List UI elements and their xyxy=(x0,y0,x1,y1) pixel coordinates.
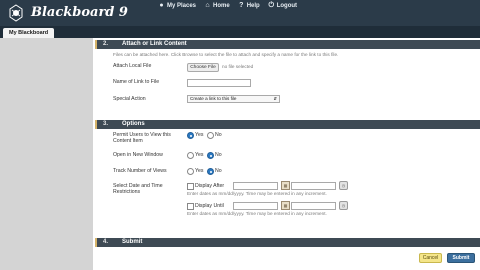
display-after-label: Display After xyxy=(195,183,225,189)
top-header: Blackboard 9 ● My Places ⌂ Home ? Help ⏻… xyxy=(0,0,480,26)
track-views-label: Track Number of Views xyxy=(113,168,167,174)
track-no-radio[interactable] xyxy=(207,168,214,175)
nav-my-places[interactable]: ● My Places xyxy=(158,2,196,9)
display-after-time-input[interactable] xyxy=(291,182,336,190)
nav-home-label: Home xyxy=(213,2,230,9)
display-until-checkbox[interactable] xyxy=(187,203,194,210)
nav-logout-label: Logout xyxy=(276,2,298,9)
section-submit-number: 4. xyxy=(103,239,109,245)
special-action-label: Special Action xyxy=(113,96,146,102)
cancel-button[interactable]: Cancel xyxy=(419,253,442,263)
date-restrictions-label: Select Date and Time Restrictions xyxy=(113,183,163,195)
tab-bar xyxy=(0,26,480,38)
display-until-time-input[interactable] xyxy=(291,202,336,210)
attach-intro-text: Files can be attached here. Click Browse… xyxy=(113,52,339,57)
link-name-input[interactable] xyxy=(187,79,251,87)
blackboard-logo-icon xyxy=(7,4,25,22)
new-window-no-radio[interactable] xyxy=(207,152,214,159)
new-window-yes-radio[interactable] xyxy=(187,152,194,159)
attach-local-file-label: Attach Local File xyxy=(113,63,152,69)
submit-button[interactable]: Submit xyxy=(447,253,475,263)
display-after-hint: Enter dates as mm/dd/yyyy. Time may be e… xyxy=(187,191,327,196)
track-yes-label: Yes xyxy=(195,168,204,174)
section-options-number: 3. xyxy=(103,121,109,127)
track-yes-radio[interactable] xyxy=(187,168,194,175)
display-after-date-input[interactable] xyxy=(233,182,278,190)
choose-file-button[interactable]: Choose File xyxy=(187,63,219,72)
person-icon: ● xyxy=(159,2,164,9)
section-submit-header xyxy=(95,238,480,247)
permit-yes-radio[interactable] xyxy=(187,132,194,139)
link-name-label: Name of Link to File xyxy=(113,79,160,85)
brand-title: Blackboard 9 xyxy=(31,5,128,20)
top-nav: ● My Places ⌂ Home ? Help ⏻ Logout xyxy=(158,2,297,9)
permit-no-radio[interactable] xyxy=(207,132,214,139)
display-until-date-input[interactable] xyxy=(233,202,278,210)
nav-my-places-label: My Places xyxy=(167,2,197,9)
clock-icon[interactable]: ◷ xyxy=(339,181,348,190)
display-until-hint: Enter dates as mm/dd/yyyy. Time may be e… xyxy=(187,211,327,216)
nav-help-label: Help xyxy=(246,2,260,9)
home-icon: ⌂ xyxy=(205,2,210,9)
calendar-icon[interactable]: ▦ xyxy=(281,181,290,190)
calendar-icon[interactable]: ▦ xyxy=(281,201,290,210)
nav-help[interactable]: ? Help xyxy=(238,2,260,9)
nav-logout[interactable]: ⏻ Logout xyxy=(268,2,297,9)
section-attach-title: Attach or Link Content xyxy=(122,41,187,47)
clock-icon[interactable]: ◷ xyxy=(339,201,348,210)
section-submit-title: Submit xyxy=(122,239,143,245)
power-icon: ⏻ xyxy=(268,2,274,9)
section-attach-number: 2. xyxy=(103,41,109,47)
special-action-select[interactable]: Create a link to this file ⇵ xyxy=(187,95,280,103)
new-window-yes-label: Yes xyxy=(195,152,204,158)
tab-my-blackboard[interactable]: My Blackboard xyxy=(3,28,55,38)
new-window-no-label: No xyxy=(215,152,222,158)
track-no-label: No xyxy=(215,168,222,174)
special-action-value: Create a link to this file xyxy=(190,96,237,101)
chevron-updown-icon: ⇵ xyxy=(273,96,277,101)
no-file-selected-text: no file selected xyxy=(222,64,254,69)
permit-no-label: No xyxy=(215,132,222,138)
help-icon: ? xyxy=(239,2,244,9)
permit-yes-label: Yes xyxy=(195,132,204,138)
display-after-checkbox[interactable] xyxy=(187,183,194,190)
section-options-title: Options xyxy=(122,121,145,127)
nav-home[interactable]: ⌂ Home xyxy=(204,2,230,9)
left-sidebar xyxy=(0,38,94,270)
section-options-header xyxy=(95,120,480,129)
permit-users-label: Permit Users to View this Content Item xyxy=(113,132,171,144)
display-until-label: Display Until xyxy=(195,203,224,209)
new-window-label: Open in New Window xyxy=(113,152,163,158)
